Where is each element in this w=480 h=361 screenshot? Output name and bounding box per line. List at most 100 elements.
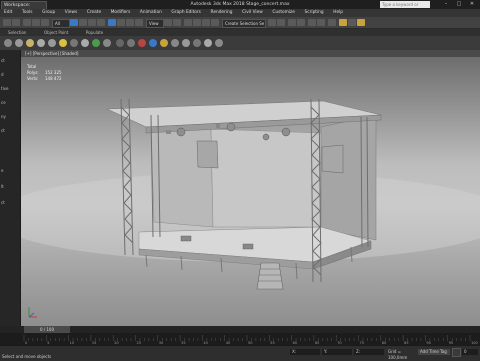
select-by-name-icon[interactable] [79,19,87,26]
systems-icon[interactable] [103,39,111,47]
search-input[interactable]: Type a keyword or phrase [380,1,430,14]
menu-item-civil-view[interactable]: Civil View [238,9,267,17]
camera-icon[interactable] [70,39,78,47]
status-message: Select and move objects [2,354,52,359]
move-icon[interactable] [108,19,116,26]
maximize-button[interactable]: □ [453,1,465,8]
panel-label[interactable]: ce [1,100,6,105]
scale-icon[interactable] [126,19,134,26]
angle-snap-icon[interactable] [193,19,201,26]
helper-icon[interactable] [81,39,89,47]
spot-light [226,122,236,132]
time-slider[interactable]: 0 / 100 [0,326,480,333]
panel-label[interactable]: ny [1,114,6,119]
pivot-center-icon[interactable] [164,19,172,26]
y-coordinate-field[interactable]: Y: [322,349,352,355]
stage-stairs [256,262,284,290]
compound-icon[interactable] [149,39,157,47]
sphere-icon[interactable] [15,39,23,47]
door-icon[interactable] [182,39,190,47]
menu-item-edit[interactable]: Edit [0,9,16,17]
menu-item-modifiers[interactable]: Modifiers [107,9,135,17]
window-crossing-icon[interactable] [97,19,105,26]
select-manipulate-icon[interactable] [173,19,181,26]
menu-item-tools[interactable]: Tools [18,9,37,17]
play-icon[interactable] [452,348,461,357]
close-button[interactable]: ✕ [466,1,478,8]
particle-icon[interactable] [138,39,146,47]
reference-coordinate-dropdown[interactable]: View [146,19,164,28]
tab-object-paint[interactable]: Object Paint [36,29,76,36]
rendered-frame-window-icon[interactable] [348,19,356,26]
selection-filter-dropdown[interactable]: All [52,19,70,28]
shapes-icon[interactable] [116,39,124,47]
panel-label[interactable]: ct [1,200,5,205]
floor-monitor [242,243,254,250]
menu-item-customize[interactable]: Customize [268,9,299,17]
stage-back-panel-center [210,128,322,228]
render-production-icon[interactable] [357,19,365,26]
window-icon[interactable] [193,39,201,47]
spinner-snap-icon[interactable] [211,19,219,26]
menu-item-scripting[interactable]: Scripting [301,9,328,17]
z-coordinate-field[interactable]: Z: [354,349,384,355]
create-toolbar [0,36,480,51]
percent-snap-icon[interactable] [202,19,210,26]
teapot-icon[interactable] [48,39,56,47]
bind-space-warp-icon[interactable] [41,19,49,26]
menu-item-animation[interactable]: Animation [136,9,166,17]
cylinder-icon[interactable] [26,39,34,47]
nurbs-icon[interactable] [171,39,179,47]
menu-item-group[interactable]: Group [38,9,59,17]
panel-label[interactable]: lt [1,184,4,189]
panel-label[interactable]: tive [1,86,9,91]
menu-item-graph-editors[interactable]: Graph Editors [167,9,205,17]
perspective-viewport[interactable]: Total Polys: 152 325 Verts: 148 472 [21,57,480,326]
floor-monitor [180,235,192,242]
panel-label[interactable]: d [1,72,4,77]
tab-populate[interactable]: Populate [78,29,111,36]
rotate-icon[interactable] [117,19,125,26]
x-coordinate-field[interactable]: X: [290,349,320,355]
render-setup-icon[interactable] [339,19,347,26]
minimize-button[interactable]: – [440,1,452,8]
curve-editor-icon[interactable] [308,19,316,26]
box-icon[interactable] [4,39,12,47]
menu-item-views[interactable]: Views [61,9,81,17]
place-icon[interactable] [135,19,143,26]
select-object-icon[interactable] [70,19,78,26]
undo-icon[interactable] [3,19,11,26]
viewport-label[interactable]: [+] [Perspective] [Shaded] [25,50,79,57]
time-slider-thumb[interactable]: 0 / 100 [24,326,70,333]
mirror-icon[interactable] [268,19,276,26]
link-icon[interactable] [23,19,31,26]
layer-explorer-icon[interactable] [288,19,296,26]
redo-icon[interactable] [12,19,20,26]
patch-icon[interactable] [160,39,168,47]
stairs-icon[interactable] [204,39,212,47]
foliage-icon[interactable] [215,39,223,47]
menu-item-help[interactable]: Help [329,9,347,17]
light-icon[interactable] [59,39,67,47]
toggle-ribbon-icon[interactable] [297,19,305,26]
panel-label[interactable]: ct [1,58,5,63]
menu-item-rendering[interactable]: Rendering [207,9,237,17]
align-icon[interactable] [277,19,285,26]
panel-label[interactable]: e [1,168,3,173]
snaps-toggle-icon[interactable] [184,19,192,26]
region-select-icon[interactable] [88,19,96,26]
add-time-tag-button[interactable]: Add Time Tag [418,349,450,355]
current-frame-field[interactable]: 0 [462,349,478,355]
schematic-view-icon[interactable] [317,19,325,26]
panel-label[interactable]: ct [1,128,5,133]
menu-item-create[interactable]: Create [83,9,105,17]
main-toolbar: All View Create Selection Se [0,17,480,29]
torus-icon[interactable] [37,39,45,47]
named-selection-set-dropdown[interactable]: Create Selection Se [222,19,266,28]
spacewarp-icon[interactable] [92,39,100,47]
geometry-icon[interactable] [127,39,135,47]
track-bar[interactable]: 0 5 10 15 20 25 30 35 40 45 50 55 60 65 70 75 80 85 90 95 10… [0,333,480,345]
unlink-icon[interactable] [32,19,40,26]
tab-selection[interactable]: Selection [0,29,34,36]
material-editor-icon[interactable] [328,19,336,26]
